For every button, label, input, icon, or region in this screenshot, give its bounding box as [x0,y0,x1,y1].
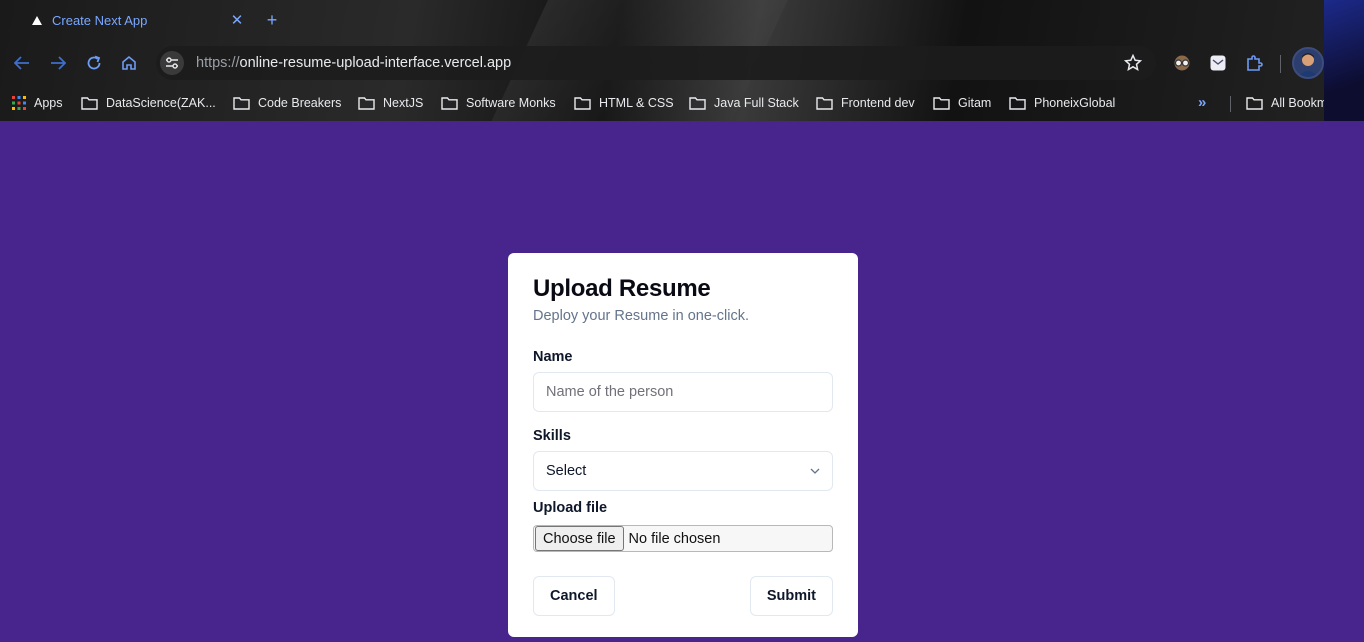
close-icon[interactable]: ✕ [228,11,246,29]
bookmark-label: PhoneixGlobal [1034,96,1116,110]
bookmark-html-css[interactable]: HTML & CSS [574,93,674,113]
more-bookmarks-button[interactable]: » [1198,94,1206,111]
browser-menu-button[interactable] [1338,53,1348,73]
tab-title: Create Next App [52,12,148,28]
arrow-left-icon [14,56,29,70]
chevron-down-icon [810,468,820,474]
bookmark-label: HTML & CSS [599,96,674,110]
folder-icon [441,97,458,110]
toolbar-divider [1280,55,1281,73]
reload-button[interactable] [80,49,108,77]
folder-icon [233,97,250,110]
bookmark-label: Apps [34,96,63,110]
card-description: Deploy your Resume in one-click. [533,308,749,324]
all-bookmarks[interactable]: All Bookmarks [1246,93,1351,113]
address-bar[interactable]: https://online-resume-upload-interface.v… [156,46,1156,80]
tab-strip: Create Next App ✕ + [0,0,1364,40]
url-host: online-resume-upload-interface.vercel.ap… [239,55,512,71]
extension-mail-icon[interactable] [1208,53,1228,73]
home-icon [122,55,136,70]
upload-resume-card: Upload Resume Deploy your Resume in one-… [508,253,858,637]
bookmark-java-full-stack[interactable]: Java Full Stack [689,93,799,113]
tab-create-next-app[interactable]: Create Next App ✕ [16,4,252,36]
folder-icon [689,97,706,110]
file-status: No file chosen [628,530,721,547]
forward-button[interactable] [44,49,72,77]
bookmark-gitam[interactable]: Gitam [933,93,991,113]
folder-icon [933,97,950,110]
bookmark-label: Java Full Stack [714,96,799,110]
bookmark-apps[interactable]: Apps [12,93,63,113]
folder-icon [358,97,375,110]
puzzle-extensions-icon[interactable] [1244,53,1264,73]
card-title: Upload Resume [533,275,711,302]
bookmark-star-icon[interactable] [1123,53,1143,72]
bookmark-frontend-dev[interactable]: Frontend dev [816,93,915,113]
bookmark-label: Software Monks [466,96,556,110]
arrow-right-icon [51,56,66,70]
url-scheme: https:// [196,55,240,71]
url-text: https://online-resume-upload-interface.v… [196,55,511,71]
folder-icon [816,97,833,110]
bookmark-label: Frontend dev [841,96,915,110]
bookmark-nextjs[interactable]: NextJS [358,93,423,113]
upload-label: Upload file [533,500,608,516]
reload-icon [87,55,101,70]
back-button[interactable] [8,49,36,77]
home-button[interactable] [115,49,143,77]
bookmark-software-monks[interactable]: Software Monks [441,93,556,113]
submit-button[interactable]: Submit [749,576,833,616]
profile-avatar[interactable] [1292,47,1324,79]
bookmark-code-breakers[interactable]: Code Breakers [233,93,341,113]
cancel-button[interactable]: Cancel [533,576,615,616]
skills-select[interactable]: Select [533,451,833,491]
bookmark-label: Gitam [958,96,992,110]
chevron-down-icon [1340,15,1352,23]
extension-glasses-icon[interactable] [1172,53,1192,73]
name-placeholder: Name of the person [546,384,674,400]
name-input[interactable]: Name of the person [533,372,833,412]
new-tab-button[interactable]: + [262,10,282,30]
choose-file-button[interactable]: Choose file [535,526,624,551]
folder-icon [81,97,98,110]
bookmark-datascience[interactable]: DataScience(ZAK... [81,93,216,113]
bookmark-label: DataScience(ZAK... [106,96,216,110]
bookmark-label: NextJS [383,96,424,110]
skills-selected-value: Select [546,463,587,479]
all-bookmarks-label: All Bookmarks [1271,96,1351,110]
bookmark-label: Code Breakers [258,96,342,110]
folder-icon [1246,97,1263,110]
bookmarks-bar: Apps DataScience(ZAK... Code Breakers Ne… [0,90,1364,116]
folder-icon [574,97,591,110]
nextjs-triangle-icon [30,13,44,27]
file-input[interactable]: Choose file No file chosen [533,525,833,552]
apps-grid-icon [12,96,26,110]
bookmarks-divider [1230,96,1231,112]
site-info-icon[interactable] [160,51,184,75]
name-label: Name [533,349,573,365]
skills-label: Skills [533,428,571,444]
tab-search-button[interactable] [1332,5,1360,33]
folder-icon [1009,97,1026,110]
browser-chrome: Create Next App ✕ + https://online-resum… [0,0,1364,121]
form-actions: Cancel Submit [533,576,833,616]
toolbar: https://online-resume-upload-interface.v… [0,44,1364,82]
bookmark-phoneixglobal[interactable]: PhoneixGlobal [1009,93,1115,113]
